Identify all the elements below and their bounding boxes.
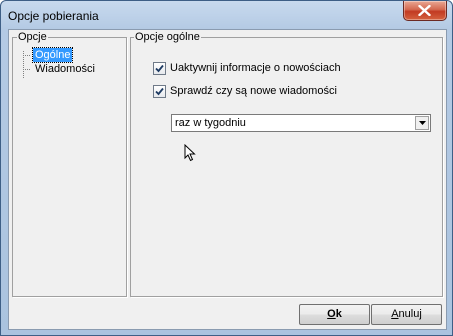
ok-button[interactable]: Ok	[299, 304, 370, 325]
general-options-legend: Opcje ogólne	[134, 31, 201, 44]
tree-item-label: Ogólne	[31, 47, 74, 63]
check-messages-checkbox[interactable]	[153, 85, 166, 98]
close-button[interactable]	[403, 1, 447, 21]
dropdown-arrow-button[interactable]	[415, 116, 429, 130]
dialog-window: Opcje pobierania Opcje Ogólne Wiadomości	[0, 0, 453, 336]
close-icon	[418, 5, 431, 16]
options-tree-group: Opcje Ogólne Wiadomości	[12, 31, 127, 297]
news-info-label: Uaktywnij informacje o nowościach	[170, 62, 341, 74]
ok-label-rest: k	[335, 308, 342, 320]
cancel-button[interactable]: Anuluj	[371, 304, 442, 325]
check-messages-label: Sprawdź czy są nowe wiadomości	[170, 85, 337, 97]
chevron-down-icon	[419, 121, 426, 125]
tree-item-label: Wiadomości	[35, 63, 95, 75]
checkmark-icon	[155, 64, 164, 73]
frequency-dropdown[interactable]: raz w tygodniu	[171, 114, 431, 132]
cancel-label-rest: nuluj	[398, 308, 422, 320]
options-tree-legend: Opcje	[17, 31, 48, 44]
checkmark-icon	[155, 87, 164, 96]
general-options-group: Opcje ogólne Uaktywnij informacje o nowo…	[130, 31, 443, 297]
title-bar[interactable]: Opcje pobierania	[1, 1, 452, 28]
news-info-checkbox[interactable]	[153, 62, 166, 75]
window-title: Opcje pobierania	[8, 9, 99, 23]
ok-mnemonic: O	[327, 308, 336, 320]
tree-connector-line	[23, 69, 30, 70]
mouse-pointer-icon	[184, 144, 196, 162]
tree-connector-line	[23, 55, 30, 56]
cancel-mnemonic: A	[391, 308, 399, 320]
frequency-dropdown-value: raz w tygodniu	[175, 117, 246, 129]
dialog-client-area: Opcje Ogólne Wiadomości Opcje ogólne Uak…	[8, 29, 447, 330]
